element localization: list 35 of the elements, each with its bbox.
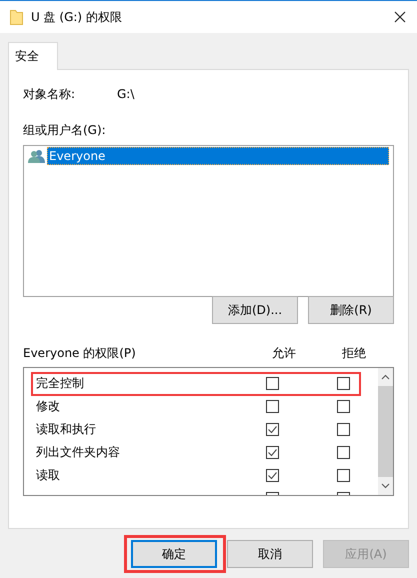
window-title: U 盘 (G:) 的权限 xyxy=(31,8,122,26)
scroll-down-icon[interactable] xyxy=(381,483,390,489)
field-label: 对象名称: xyxy=(23,86,76,102)
button[interactable]: 确定 xyxy=(131,540,217,568)
checkbox[interactable] xyxy=(337,400,350,413)
field-label: Everyone 的权限(P) xyxy=(23,345,137,362)
scrollbar[interactable] xyxy=(378,368,393,495)
list-item[interactable]: Everyone xyxy=(47,147,389,165)
field-label: 组或用户名(G): xyxy=(23,122,107,139)
permission-name: 读取 xyxy=(35,467,61,484)
object-name: G:\ xyxy=(117,87,134,101)
checkbox[interactable] xyxy=(337,423,350,436)
checkbox[interactable] xyxy=(266,400,279,413)
checkbox[interactable] xyxy=(266,377,279,390)
scroll-thumb[interactable] xyxy=(378,386,393,477)
checkbox[interactable] xyxy=(337,446,350,459)
permission-name: 完全控制 xyxy=(35,375,85,392)
checkbox[interactable] xyxy=(266,469,279,482)
permission-name: 修改 xyxy=(35,398,61,415)
tab[interactable]: 安全 xyxy=(8,42,58,70)
checkbox[interactable] xyxy=(266,446,279,459)
permission-name: 列出文件夹内容 xyxy=(35,444,121,461)
checkbox[interactable] xyxy=(337,469,350,482)
checkbox[interactable] xyxy=(266,423,279,436)
scroll-up-icon[interactable] xyxy=(381,374,390,380)
close-icon[interactable] xyxy=(394,11,406,23)
folder-icon xyxy=(10,9,23,25)
column-header: 允许 xyxy=(272,345,297,362)
button[interactable]: 添加(D)... xyxy=(212,296,298,324)
button[interactable]: 取消 xyxy=(227,540,313,568)
permission-name: 读取和执行 xyxy=(35,421,97,438)
button[interactable]: 删除(R) xyxy=(308,296,394,324)
checkbox[interactable] xyxy=(337,377,350,390)
column-header: 拒绝 xyxy=(342,345,367,362)
users-icon xyxy=(28,149,46,163)
